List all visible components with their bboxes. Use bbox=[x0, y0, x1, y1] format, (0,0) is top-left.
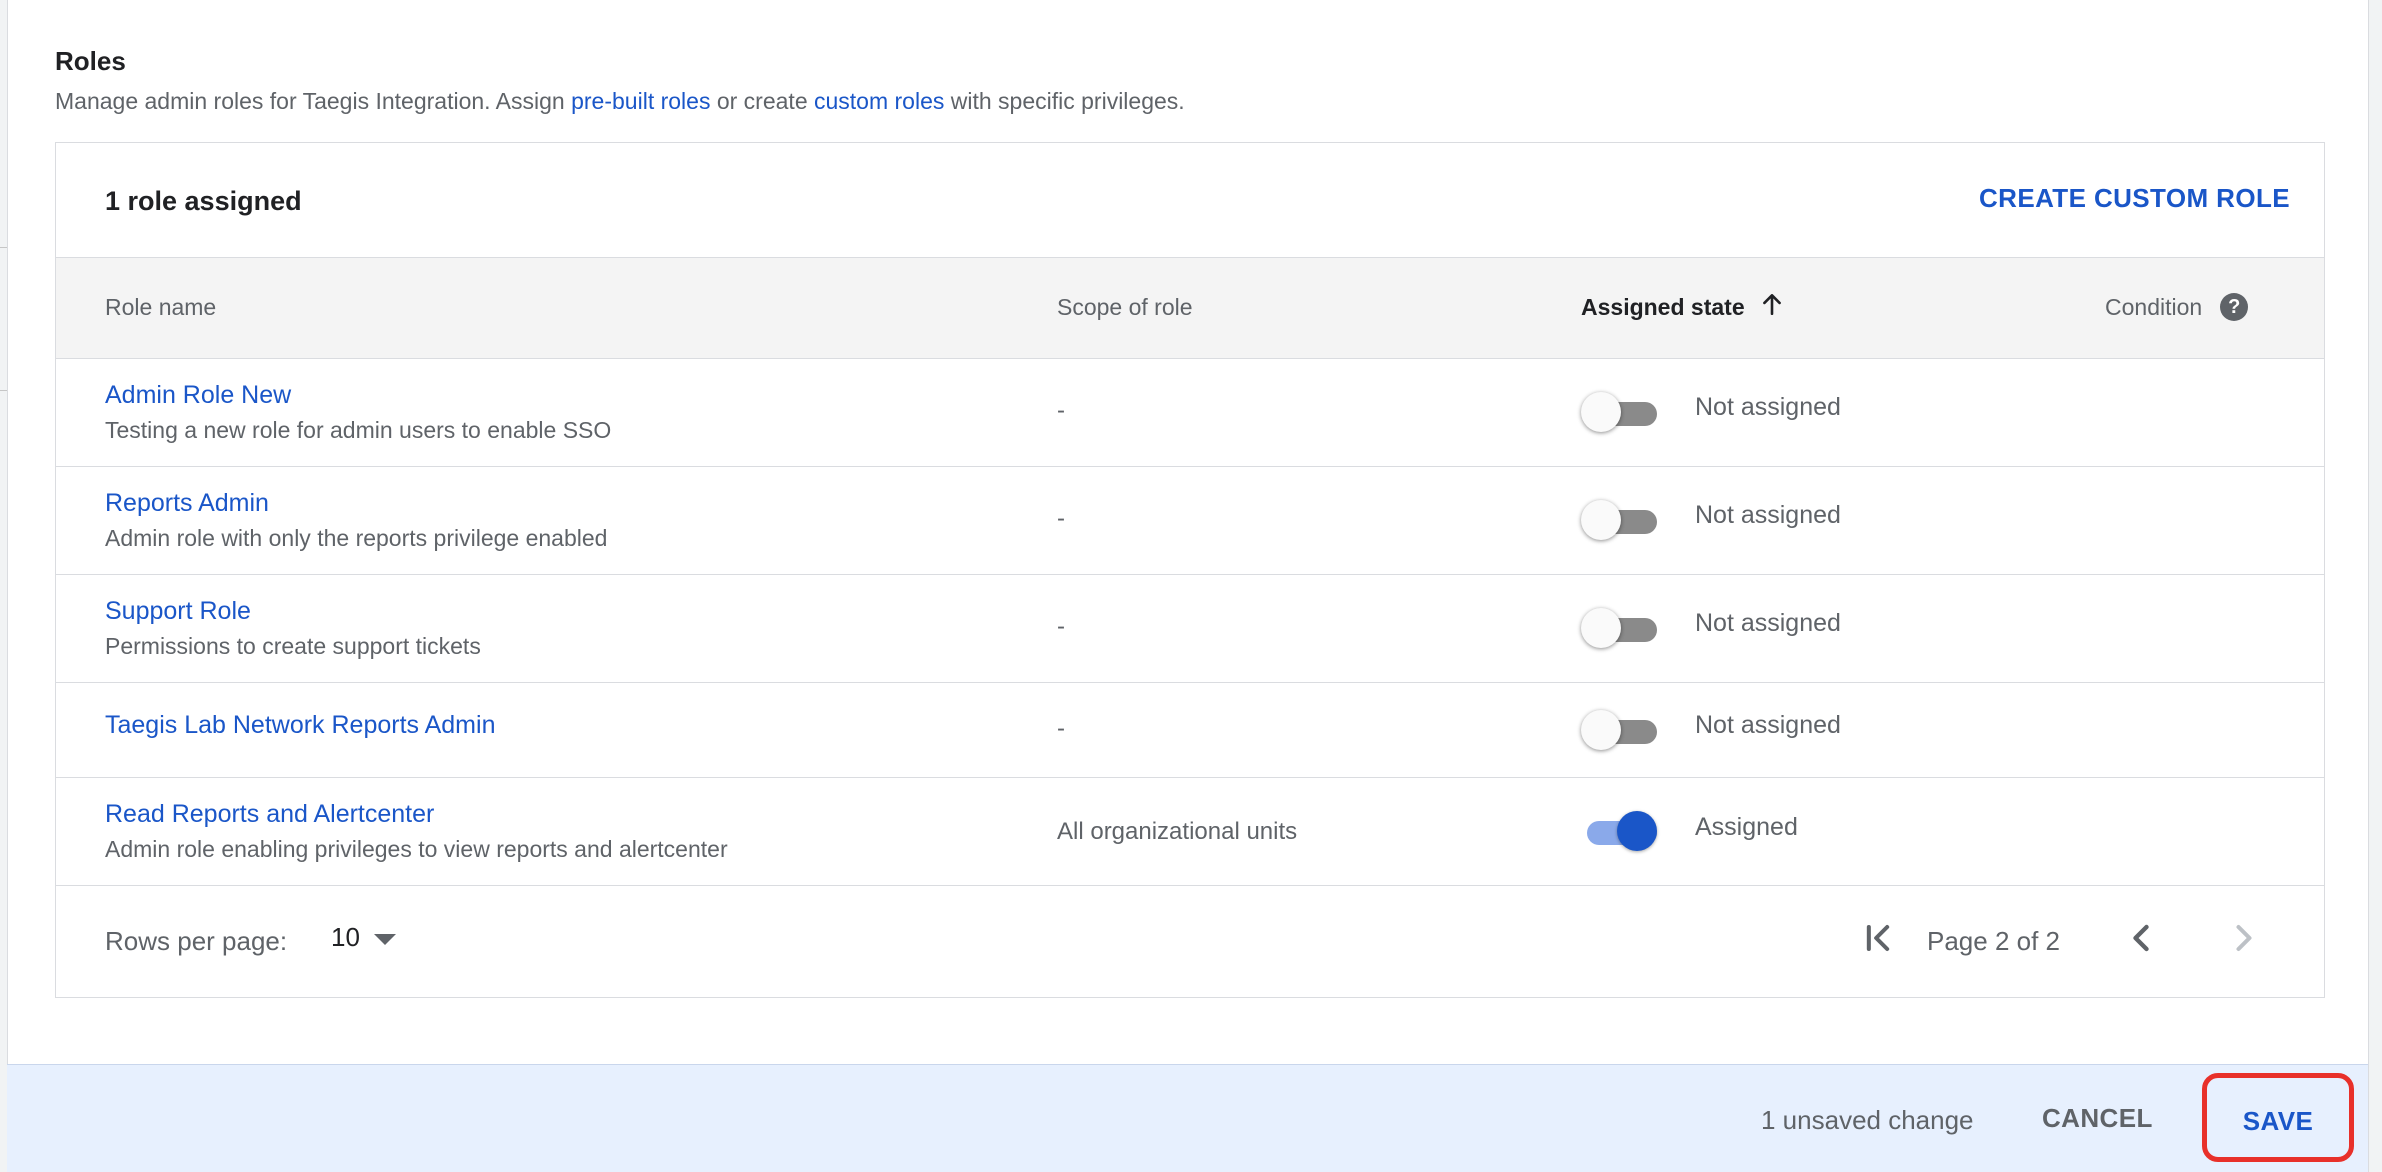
toggle-knob bbox=[1581, 710, 1621, 750]
column-header-condition: Condition? bbox=[2105, 292, 2249, 321]
table-row: Read Reports and Alertcenter Admin role … bbox=[56, 778, 2324, 886]
toggle-knob bbox=[1581, 392, 1621, 432]
role-name-link[interactable]: Taegis Lab Network Reports Admin bbox=[105, 711, 495, 740]
role-scope: - bbox=[1057, 613, 1065, 640]
table-row: Reports Admin Admin role with only the r… bbox=[56, 467, 2324, 575]
save-button[interactable]: SAVE bbox=[2202, 1073, 2354, 1162]
create-custom-role-button[interactable]: CREATE CUSTOM ROLE bbox=[1979, 183, 2290, 214]
role-scope: - bbox=[1057, 505, 1065, 532]
help-icon[interactable]: ? bbox=[2220, 292, 2249, 321]
description-text: with specific privileges. bbox=[944, 88, 1185, 114]
assigned-count: 1 role assigned bbox=[105, 186, 302, 216]
assign-toggle[interactable] bbox=[1581, 391, 1661, 435]
rows-per-page-select[interactable]: 10 bbox=[331, 922, 396, 962]
table-row: Support Role Permissions to create suppo… bbox=[56, 575, 2324, 683]
assign-toggle[interactable] bbox=[1581, 709, 1661, 753]
table-row: Admin Role New Testing a new role for ad… bbox=[56, 359, 2324, 467]
rows-per-page-label: Rows per page: bbox=[105, 926, 288, 956]
role-description: Admin role with only the reports privile… bbox=[105, 525, 608, 551]
prebuilt-roles-link[interactable]: pre-built roles bbox=[571, 88, 710, 114]
column-header-role-name: Role name bbox=[105, 294, 217, 320]
table-header: Role name Scope of role Assigned state C… bbox=[56, 257, 2324, 359]
previous-page-icon[interactable] bbox=[2119, 916, 2163, 960]
custom-roles-link[interactable]: custom roles bbox=[814, 88, 944, 114]
column-header-assigned-state[interactable]: Assigned state bbox=[1581, 291, 1785, 323]
arrow-up-icon[interactable] bbox=[1759, 291, 1785, 323]
unsaved-changes-text: 1 unsaved change bbox=[1761, 1105, 1974, 1135]
role-scope: All organizational units bbox=[1057, 818, 1298, 845]
role-description: Permissions to create support tickets bbox=[105, 633, 481, 659]
page-indicator: Page 2 of 2 bbox=[1927, 926, 2060, 956]
role-description: Testing a new role for admin users to en… bbox=[105, 417, 612, 443]
first-page-icon[interactable] bbox=[1856, 916, 1900, 960]
assigned-state-label: Not assigned bbox=[1695, 393, 1841, 421]
right-panel-edge bbox=[2368, 0, 2382, 1172]
save-button-label: SAVE bbox=[2242, 1106, 2314, 1136]
role-name-link[interactable]: Admin Role New bbox=[105, 381, 291, 410]
toggle-knob bbox=[1581, 608, 1621, 648]
role-description: Admin role enabling privileges to view r… bbox=[105, 836, 728, 862]
table-row: Taegis Lab Network Reports Admin - Not a… bbox=[56, 683, 2324, 778]
description-text: Manage admin roles for Taegis Integratio… bbox=[55, 88, 572, 114]
assigned-state-label: Assigned bbox=[1695, 813, 1798, 841]
role-scope: - bbox=[1057, 715, 1065, 742]
assign-toggle[interactable] bbox=[1581, 607, 1661, 651]
role-scope: - bbox=[1057, 397, 1065, 424]
section-description: Manage admin roles for Taegis Integratio… bbox=[55, 88, 1185, 115]
column-header-label: Assigned state bbox=[1581, 294, 1745, 320]
divider bbox=[0, 247, 7, 248]
card-header: 1 role assigned CREATE CUSTOM ROLE bbox=[56, 143, 2324, 257]
rows-per-page-value: 10 bbox=[331, 922, 360, 952]
cancel-button[interactable]: CANCEL bbox=[2042, 1103, 2153, 1134]
table-pagination: Rows per page: 10 Page 2 of 2 bbox=[56, 886, 2324, 996]
role-name-link[interactable]: Support Role bbox=[105, 597, 251, 626]
description-text: or create bbox=[710, 88, 814, 114]
divider bbox=[0, 390, 7, 391]
toggle-knob bbox=[1581, 500, 1621, 540]
role-name-link[interactable]: Read Reports and Alertcenter bbox=[105, 800, 434, 829]
left-panel-edge bbox=[0, 0, 8, 1172]
roles-card: 1 role assigned CREATE CUSTOM ROLE Role … bbox=[55, 142, 2325, 998]
toggle-knob bbox=[1617, 811, 1657, 851]
column-header-label: Condition bbox=[2105, 294, 2203, 320]
assign-toggle[interactable] bbox=[1581, 810, 1661, 854]
caret-down-icon bbox=[373, 934, 396, 946]
assign-toggle[interactable] bbox=[1581, 499, 1661, 543]
role-name-link[interactable]: Reports Admin bbox=[105, 489, 269, 518]
unsaved-changes-bar: 1 unsaved change CANCEL SAVE bbox=[7, 1064, 2368, 1172]
next-page-icon[interactable] bbox=[2222, 916, 2266, 960]
column-header-scope: Scope of role bbox=[1057, 294, 1193, 320]
assigned-state-label: Not assigned bbox=[1695, 609, 1841, 637]
section-title: Roles bbox=[55, 46, 126, 76]
assigned-state-label: Not assigned bbox=[1695, 711, 1841, 739]
assigned-state-label: Not assigned bbox=[1695, 501, 1841, 529]
